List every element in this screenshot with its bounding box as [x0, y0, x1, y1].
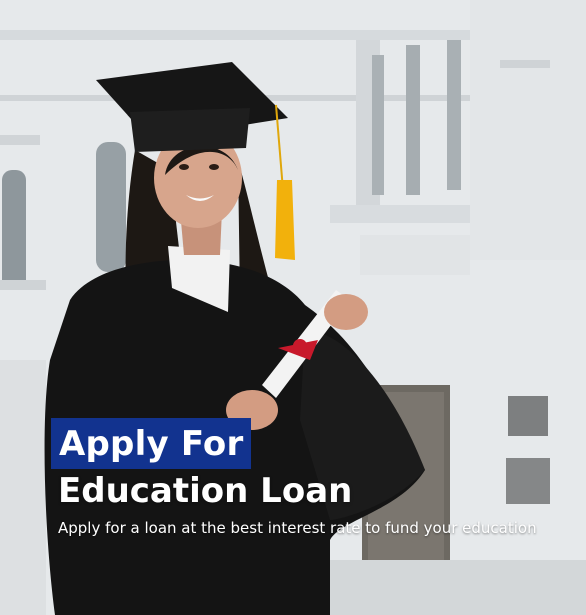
education-loan-banner[interactable]: Apply For Education Loan Apply for a loa…	[0, 0, 586, 615]
headline-line-2: Education Loan	[58, 471, 353, 511]
headline-line-1: Apply For	[59, 423, 244, 464]
headline-highlight-box: Apply For	[51, 418, 252, 469]
banner-subtitle: Apply for a loan at the best interest ra…	[58, 519, 537, 537]
